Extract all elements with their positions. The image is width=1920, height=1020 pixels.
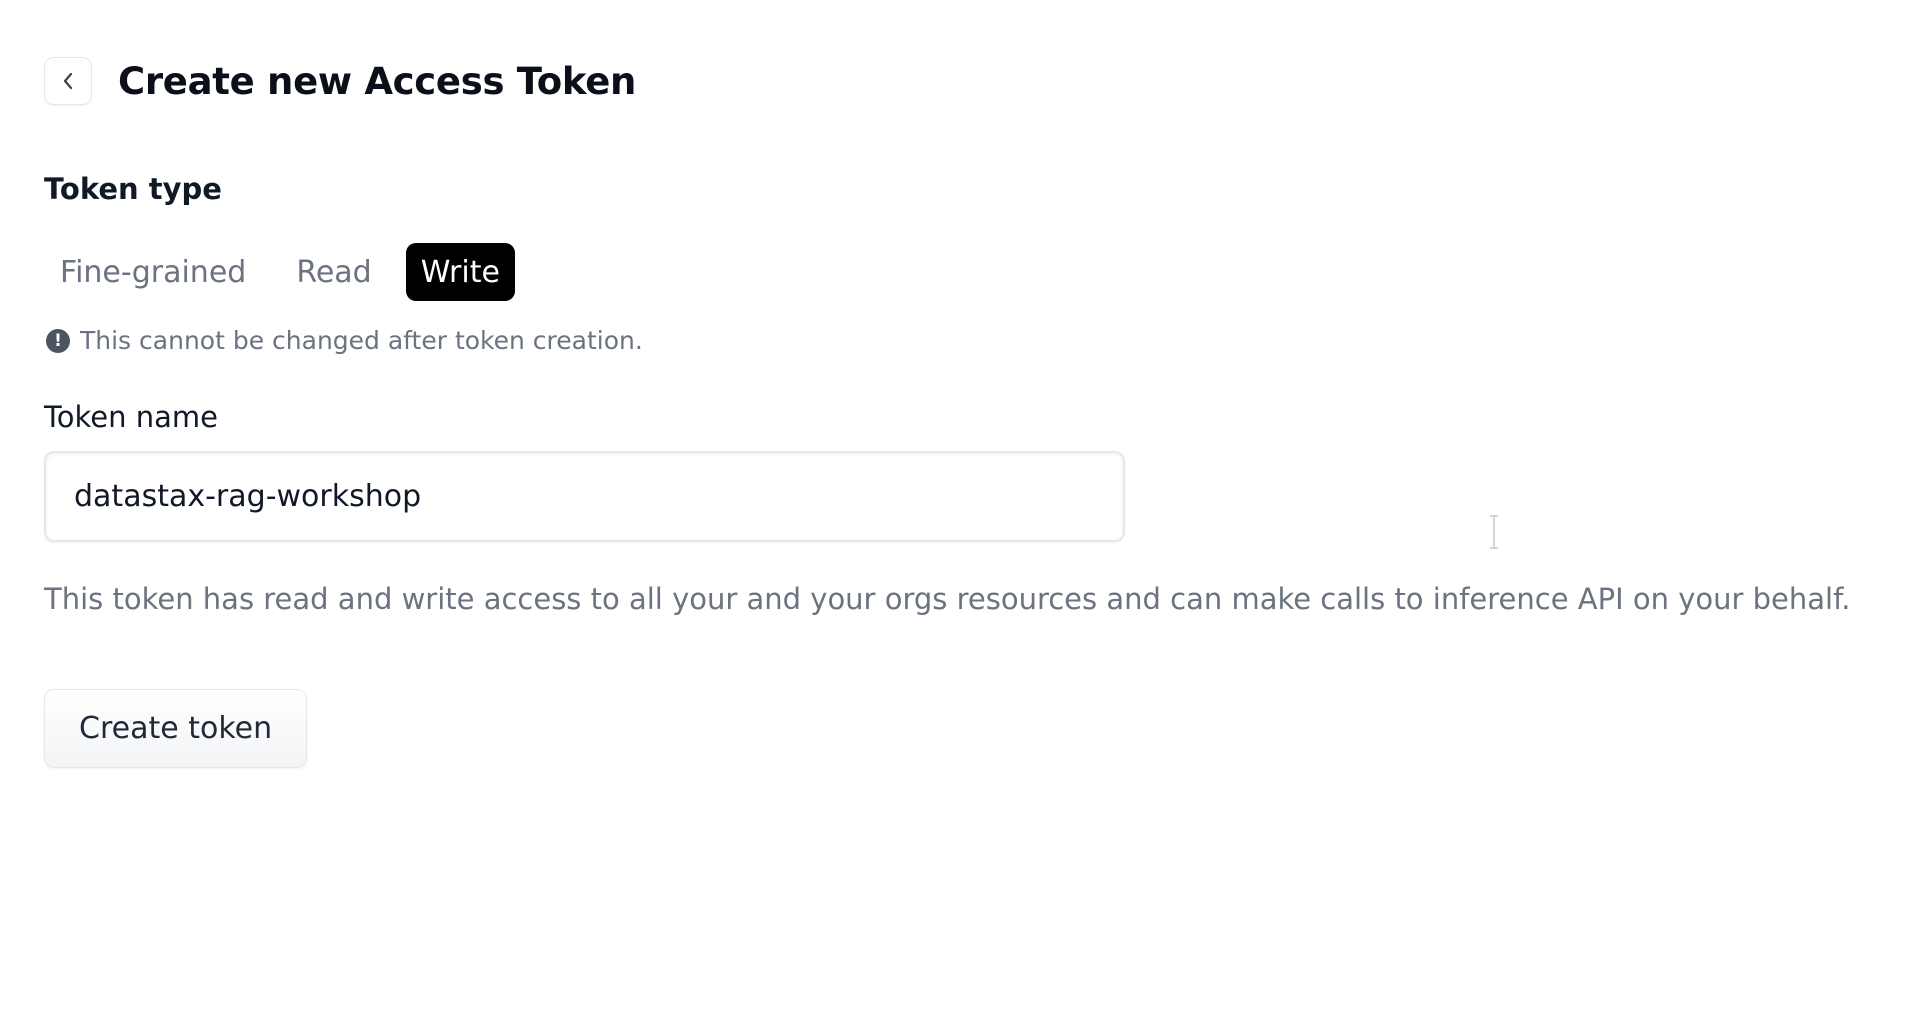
token-description: This token has read and write access to … [44,582,1851,616]
token-name-input[interactable] [44,451,1125,542]
tab-write[interactable]: Write [405,243,515,301]
token-type-label: Token type [44,172,222,206]
page-header: Create new Access Token [44,57,636,105]
create-token-page: Create new Access Token Token type Fine-… [0,0,1920,1020]
token-type-selector: Fine-grained Read Write [44,243,533,301]
tab-read[interactable]: Read [280,243,387,301]
tab-fine-grained[interactable]: Fine-grained [44,243,262,301]
exclamation-circle-icon: ! [46,328,70,353]
text-cursor-icon [1489,515,1499,549]
page-title: Create new Access Token [118,59,637,103]
create-token-button[interactable]: Create token [44,689,308,768]
notice-text: This cannot be changed after token creat… [80,326,643,355]
chevron-left-icon [61,71,75,91]
token-type-notice: ! This cannot be changed after token cre… [46,326,643,355]
back-button[interactable] [44,57,92,105]
token-name-label: Token name [44,400,218,434]
